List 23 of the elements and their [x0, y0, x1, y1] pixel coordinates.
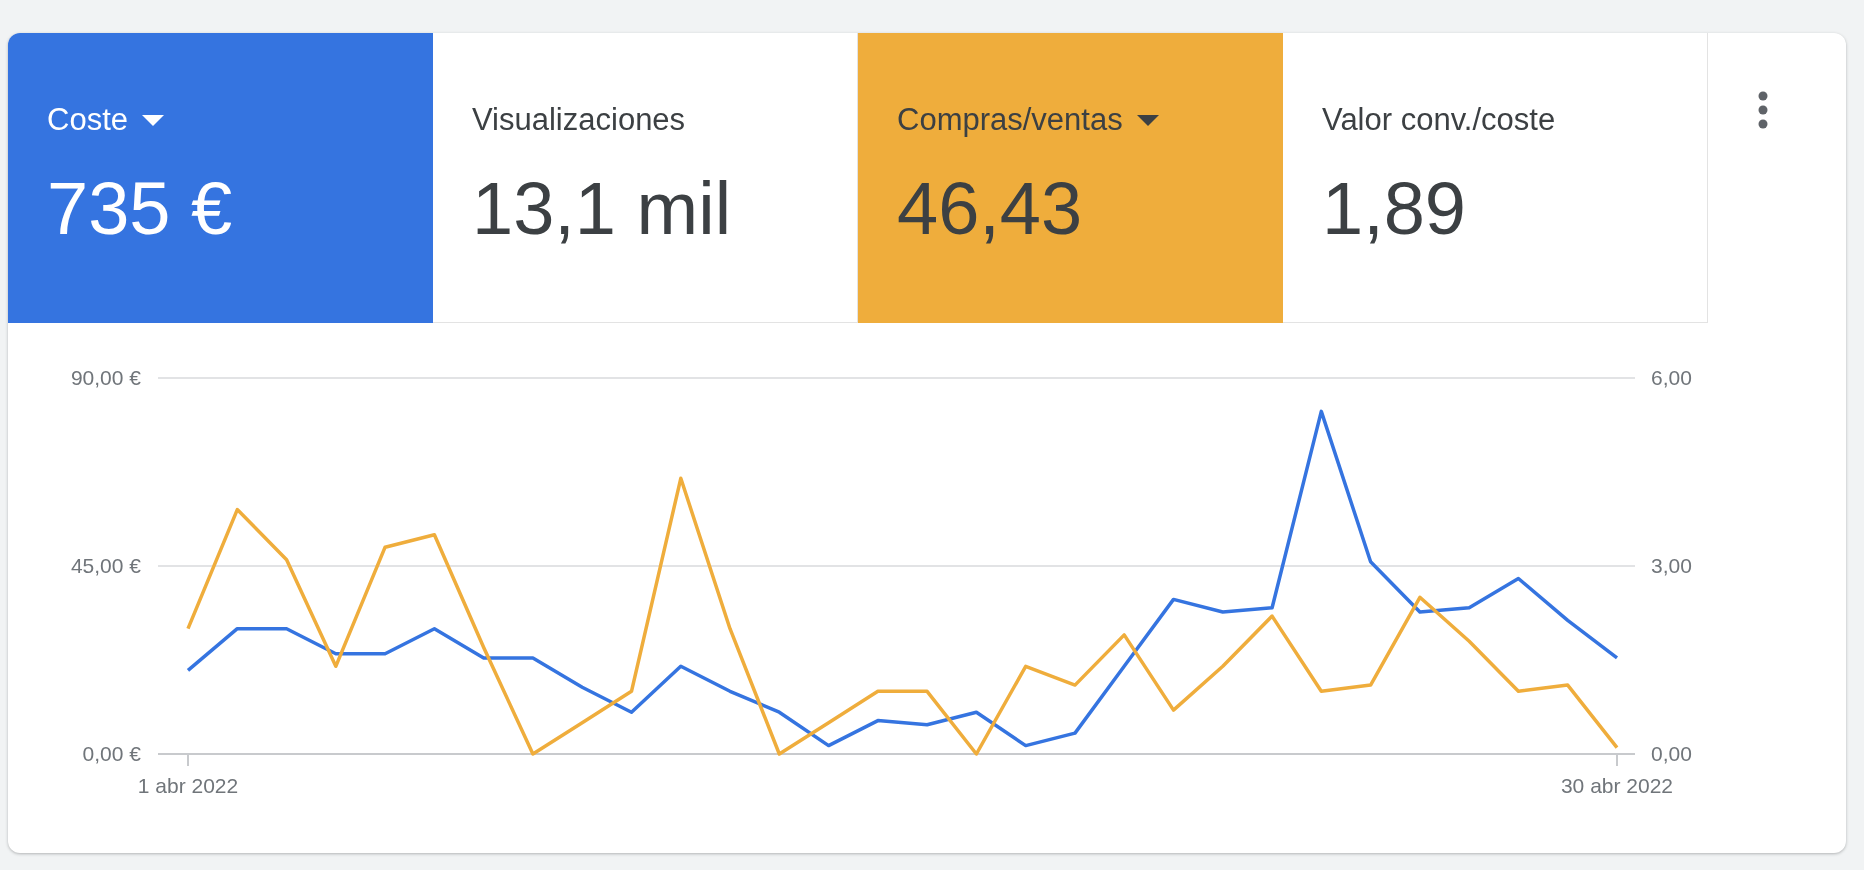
metric-label: Coste — [47, 101, 128, 139]
y-axis-label: 45,00 € — [70, 554, 141, 577]
metric-value: 46,43 — [897, 167, 1084, 249]
x-axis-label: 30 abr 2022 — [1560, 774, 1674, 797]
more-options-icon[interactable] — [1758, 91, 1768, 129]
caret-icon[interactable] — [142, 114, 164, 126]
y-axis-label: 6,00 — [1651, 366, 1692, 389]
y-axis-label: 0,00 € — [82, 742, 141, 765]
metric-tile[interactable]: Compras/ventas 46,43 — [858, 33, 1283, 323]
metric-tile[interactable]: Valor conv./coste 1,89 — [1283, 33, 1708, 323]
metric-label: Compras/ventas — [897, 101, 1123, 139]
metric-tile[interactable]: Coste 735 € — [8, 33, 433, 323]
y-axis-label: 90,00 € — [70, 366, 141, 389]
metric-value: 735 € — [47, 167, 234, 249]
x-axis-label: 1 abr 2022 — [137, 774, 239, 797]
y-axis-label: 3,00 — [1651, 554, 1692, 577]
metric-label: Valor conv./coste — [1322, 101, 1556, 139]
metric-label: Visualizaciones — [472, 101, 686, 139]
y-axis-label: 0,00 — [1651, 742, 1692, 765]
metric-tile[interactable]: Visualizaciones 13,1 mil — [433, 33, 858, 323]
metric-value: 1,89 — [1322, 167, 1468, 249]
metric-value: 13,1 mil — [472, 167, 733, 249]
caret-icon[interactable] — [1136, 114, 1159, 126]
